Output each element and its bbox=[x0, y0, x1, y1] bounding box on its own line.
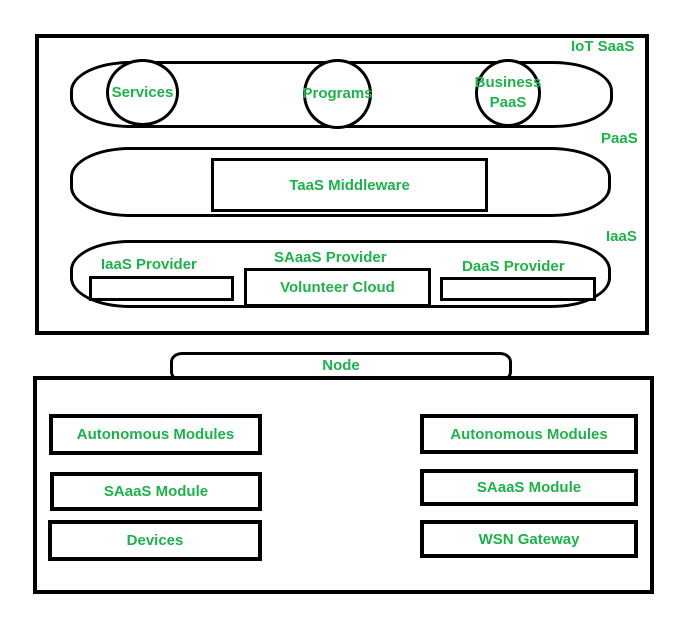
programs-node: Programs bbox=[302, 59, 373, 129]
services-label: Services bbox=[111, 83, 174, 101]
volunteer-cloud-box: Volunteer Cloud bbox=[244, 268, 431, 307]
right-autonomous-modules-label: Autonomous Modules bbox=[450, 425, 608, 443]
right-saaas-module-label: SAaaS Module bbox=[476, 479, 582, 496]
daas-provider-label: DaaS Provider bbox=[462, 258, 565, 275]
left-autonomous-modules-label: Autonomous Modules bbox=[76, 426, 235, 443]
business-paas-line1: Business bbox=[474, 74, 542, 91]
taas-middleware-box: TaaS Middleware bbox=[211, 158, 488, 212]
right-wsn-gateway-label: WSN Gateway bbox=[478, 530, 580, 548]
right-wsn-gateway: WSN Gateway bbox=[420, 520, 638, 558]
left-devices-label: Devices bbox=[126, 532, 184, 549]
iot-saas-label: IoT SaaS bbox=[571, 38, 635, 55]
right-saaas-module: SAaaS Module bbox=[420, 469, 638, 506]
paas-label: PaaS bbox=[601, 130, 638, 147]
saaas-provider-label: SAaaS Provider bbox=[274, 249, 387, 266]
services-node: Services bbox=[106, 59, 179, 126]
volunteer-cloud-label: Volunteer Cloud bbox=[280, 279, 395, 296]
node-label: Node bbox=[322, 356, 360, 374]
left-saaas-module: SAaaS Module bbox=[50, 472, 262, 511]
business-paas-node: Business PaaS bbox=[475, 59, 541, 127]
daas-provider-box bbox=[440, 277, 596, 301]
left-devices: Devices bbox=[48, 520, 262, 561]
iaas-provider-box bbox=[89, 276, 234, 301]
iaas-provider-label: IaaS Provider bbox=[101, 256, 197, 273]
business-paas-line2: PaaS bbox=[489, 94, 527, 111]
business-paas-label: Business PaaS bbox=[475, 73, 542, 113]
right-autonomous-modules: Autonomous Modules bbox=[420, 414, 638, 454]
iaas-label: IaaS bbox=[606, 228, 637, 245]
left-saaas-module-label: SAaaS Module bbox=[103, 483, 209, 500]
taas-middleware-label: TaaS Middleware bbox=[289, 176, 410, 194]
programs-label: Programs bbox=[302, 85, 373, 102]
left-autonomous-modules: Autonomous Modules bbox=[49, 414, 262, 455]
